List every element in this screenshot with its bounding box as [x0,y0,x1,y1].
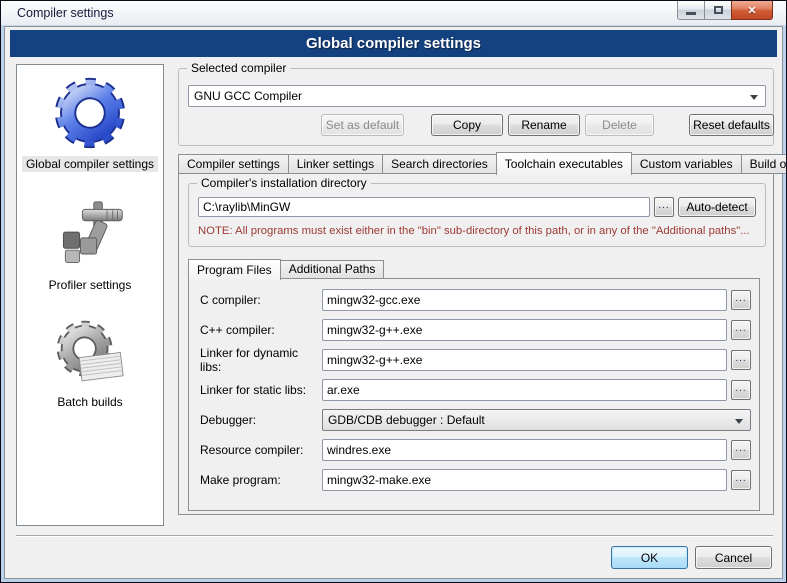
field-label: Linker for dynamic libs: [200,346,318,374]
compiler-select-value: GNU GCC Compiler [194,89,302,103]
selected-compiler-groupbox: Selected compiler GNU GCC Compiler Set a… [178,68,774,146]
close-button[interactable]: ✕ [731,1,773,20]
make-program-input[interactable] [322,469,727,491]
chevron-down-icon [750,95,758,100]
installation-directory-input[interactable] [198,197,650,217]
dynamic-linker-input[interactable] [322,349,727,371]
static-linker-browse-button[interactable]: ... [731,380,751,400]
gear-stack-icon [54,319,126,389]
field-row-cpp-compiler: C++ compiler: ... [200,319,751,341]
debugger-select[interactable]: GDB/CDB debugger : Default [322,409,751,431]
sidebar-item-label: Batch builds [53,394,126,410]
tab-search-directories[interactable]: Search directories [382,154,497,174]
minimize-button[interactable] [677,1,705,20]
close-icon: ✕ [747,4,756,17]
c-compiler-input[interactable] [322,289,727,311]
auto-detect-button[interactable]: Auto-detect [678,197,756,217]
cpp-compiler-input[interactable] [322,319,727,341]
c-compiler-browse-button[interactable]: ... [731,290,751,310]
installation-directory-row: ... Auto-detect [198,197,756,217]
compiler-settings-window: Compiler settings ✕ Global compiler sett… [0,0,787,583]
tab-toolchain-executables[interactable]: Toolchain executables [496,152,632,175]
sidebar-item-batch-builds[interactable]: Batch builds [53,293,126,410]
window-controls: ✕ [677,1,773,20]
selected-compiler-legend: Selected compiler [187,61,290,75]
gear-blue-icon [52,75,128,151]
ok-button[interactable]: OK [611,546,688,569]
maximize-icon [714,6,723,14]
field-label: Linker for static libs: [200,383,318,397]
tab-build-options[interactable]: Build options [741,154,787,174]
program-files-panel: C compiler: ... C++ compiler: ... Linker… [188,278,760,511]
settings-category-list: Global compiler settings [16,64,164,526]
tab-compiler-settings[interactable]: Compiler settings [178,154,289,174]
reset-defaults-button[interactable]: Reset defaults [689,114,774,136]
static-linker-input[interactable] [322,379,727,401]
installation-directory-browse-button[interactable]: ... [654,197,674,217]
field-row-resource-compiler: Resource compiler: ... [200,439,751,461]
rename-button[interactable]: Rename [508,114,580,136]
set-as-default-button[interactable]: Set as default [321,114,404,136]
field-label: Make program: [200,473,318,487]
page-title: Global compiler settings [10,30,777,57]
tab-linker-settings[interactable]: Linker settings [288,154,383,174]
sidebar-item-profiler-settings[interactable]: Profiler settings [45,172,136,293]
field-label: Resource compiler: [200,443,318,457]
tab-custom-variables[interactable]: Custom variables [631,154,742,174]
sidebar-item-label: Profiler settings [45,277,136,293]
footer-separator [16,535,773,537]
settings-tabstrip: Compiler settings Linker settings Search… [178,151,774,174]
copy-button[interactable]: Copy [431,114,503,136]
field-label: Debugger: [200,413,318,427]
sidebar-item-label: Global compiler settings [22,156,158,172]
dialog-client-area: Global compiler settings [4,26,783,579]
field-row-static-linker: Linker for static libs: ... [200,379,751,401]
compiler-select[interactable]: GNU GCC Compiler [188,85,766,107]
delete-button[interactable]: Delete [585,114,654,136]
installation-directory-groupbox: Compiler's installation directory ... Au… [188,183,766,247]
toolchain-executables-panel: Compiler's installation directory ... Au… [178,173,774,515]
make-program-browse-button[interactable]: ... [731,470,751,490]
bin-subdirectory-note: NOTE: All programs must exist either in … [198,225,750,237]
caliper-icon [52,198,128,272]
subtab-program-files[interactable]: Program Files [188,259,281,280]
sidebar-item-global-compiler-settings[interactable]: Global compiler settings [22,65,158,172]
field-label: C++ compiler: [200,323,318,337]
field-label: C compiler: [200,293,318,307]
subtab-additional-paths[interactable]: Additional Paths [280,260,385,279]
resource-compiler-input[interactable] [322,439,727,461]
debugger-select-value: GDB/CDB debugger : Default [328,413,485,427]
field-row-make-program: Make program: ... [200,469,751,491]
minimize-icon [686,12,696,15]
installation-directory-legend: Compiler's installation directory [197,176,371,190]
resource-compiler-browse-button[interactable]: ... [731,440,751,460]
window-title: Compiler settings [17,6,114,20]
cancel-button[interactable]: Cancel [695,546,772,569]
chevron-down-icon [735,419,743,424]
field-row-c-compiler: C compiler: ... [200,289,751,311]
dynamic-linker-browse-button[interactable]: ... [731,350,751,370]
maximize-button[interactable] [704,1,732,20]
field-row-debugger: Debugger: GDB/CDB debugger : Default [200,409,751,431]
titlebar[interactable]: Compiler settings ✕ [1,1,786,26]
cpp-compiler-browse-button[interactable]: ... [731,320,751,340]
field-row-dynamic-linker: Linker for dynamic libs: ... [200,349,751,371]
programs-subtabs: Program Files Additional Paths [188,258,383,279]
